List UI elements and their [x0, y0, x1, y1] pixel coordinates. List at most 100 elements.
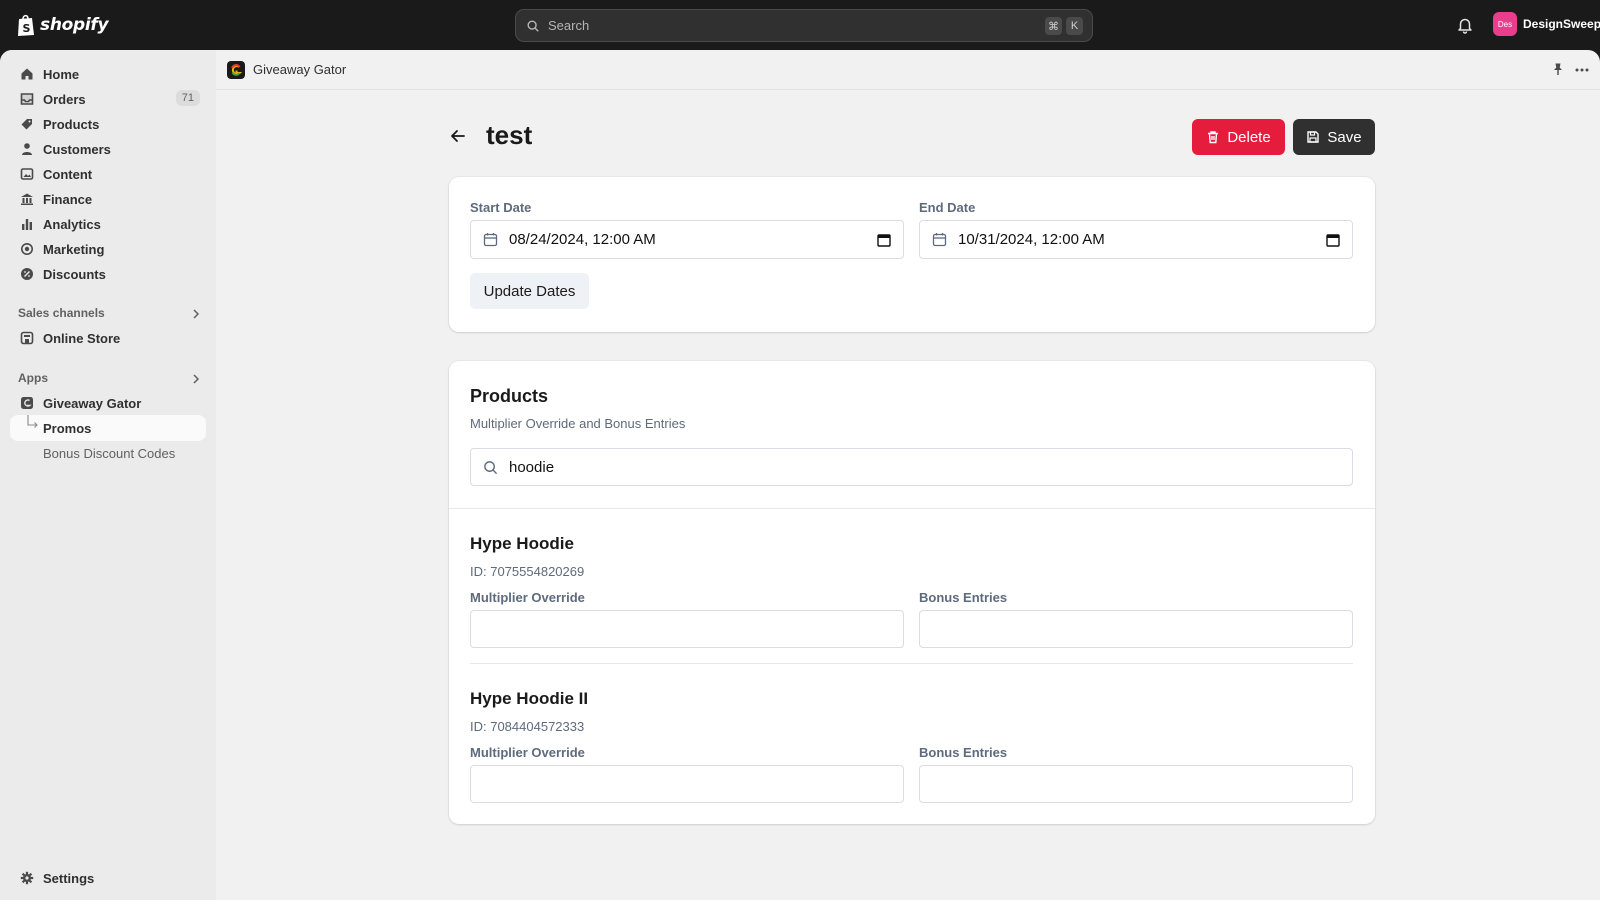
products-title: Products	[470, 386, 549, 406]
shortcut-key-k: K	[1066, 17, 1083, 35]
sidebar-item-settings[interactable]: Settings	[10, 865, 206, 891]
sidebar-item-giveaway-gator[interactable]: Giveaway Gator	[10, 390, 206, 416]
search-placeholder: Search	[548, 18, 590, 33]
update-dates-button[interactable]: Update Dates	[470, 273, 589, 309]
shopify-logo[interactable]: S shopify	[16, 13, 109, 37]
multiplier-override-label: Multiplier Override	[470, 745, 585, 760]
end-date-input[interactable]: 10/31/2024, 12:00 AM	[919, 220, 1353, 259]
sidebar-item-label: Promos	[43, 420, 92, 436]
sidebar-item-online-store[interactable]: Online Store	[10, 325, 206, 351]
app-name: Giveaway Gator	[253, 62, 347, 77]
chevron-right-icon[interactable]	[190, 373, 202, 385]
user-name: DesignSweep	[1523, 17, 1600, 31]
trash-icon	[1208, 131, 1219, 144]
products-subtitle: Multiplier Override and Bonus Entries	[470, 416, 686, 431]
products-card: Products Multiplier Override and Bonus E…	[449, 361, 1375, 824]
end-date-value: 10/31/2024, 12:00 AM	[958, 231, 1105, 248]
sidebar: Home Orders 71 Products Customers Conten…	[0, 50, 216, 900]
shortcut-key-cmd: ⌘	[1045, 17, 1062, 35]
top-bar: S shopify Search ⌘ K Des DesignSweep	[0, 0, 1600, 50]
product-id: ID: 7084404572333	[470, 719, 585, 734]
tag-icon	[21, 119, 32, 130]
sales-channels-heading: Sales channels	[18, 306, 105, 320]
bar-chart-icon	[22, 219, 32, 230]
delete-button[interactable]: Delete	[1192, 119, 1285, 155]
app-header: Giveaway Gator	[216, 50, 1600, 90]
content-icon	[20, 168, 34, 180]
divider	[449, 508, 1375, 509]
bonus-entries-label: Bonus Entries	[919, 745, 1008, 760]
sidebar-item-finance[interactable]: Finance	[10, 186, 206, 212]
search-shortcut: ⌘ K	[1045, 17, 1083, 35]
start-date-input[interactable]: 08/24/2024, 12:00 AM	[470, 220, 904, 259]
search-icon	[484, 460, 498, 474]
sidebar-item-label: Settings	[43, 870, 95, 886]
sidebar-item-home[interactable]: Home	[10, 61, 206, 87]
end-date-label: End Date	[919, 200, 976, 215]
search-icon	[527, 19, 539, 32]
sidebar-item-discounts[interactable]: Discounts	[10, 261, 206, 287]
multiplier-override-label: Multiplier Override	[470, 590, 585, 605]
chevron-right-icon[interactable]	[190, 308, 202, 320]
delete-label: Delete	[1227, 128, 1271, 146]
user-menu[interactable]: Des DesignSweep	[1493, 12, 1600, 36]
multiplier-override-input[interactable]	[470, 765, 904, 803]
save-button[interactable]: Save	[1293, 119, 1375, 155]
sidebar-item-content[interactable]: Content	[10, 161, 206, 187]
start-date-label: Start Date	[470, 200, 532, 215]
sidebar-item-promos[interactable]: Promos	[10, 415, 206, 441]
sidebar-item-marketing[interactable]: Marketing	[10, 236, 206, 262]
discount-icon	[21, 268, 33, 280]
product-name: Hype Hoodie II	[470, 689, 589, 708]
avatar: Des	[1493, 12, 1517, 36]
bonus-entries-input[interactable]	[919, 610, 1353, 648]
svg-text:S: S	[23, 22, 31, 35]
orders-count-badge: 71	[175, 90, 200, 106]
pin-icon[interactable]	[1551, 62, 1565, 76]
sidebar-item-analytics[interactable]: Analytics	[10, 211, 206, 237]
dates-card: Start Date 08/24/2024, 12:00 AM End Date…	[449, 177, 1375, 332]
sidebar-item-bonus-discount-codes[interactable]: Bonus Discount Codes	[10, 440, 206, 466]
sidebar-item-label: Bonus Discount Codes	[43, 445, 176, 461]
sidebar-item-label: Finance	[43, 191, 93, 207]
sidebar-item-label: Giveaway Gator	[43, 395, 142, 411]
sidebar-item-label: Discounts	[43, 266, 106, 282]
calendar-icon	[483, 233, 498, 247]
calendar-picker-icon[interactable]	[877, 233, 891, 247]
multiplier-override-input[interactable]	[470, 610, 904, 648]
giveaway-gator-logo-icon	[227, 60, 245, 79]
calendar-icon	[932, 233, 947, 247]
sidebar-item-label: Orders	[43, 91, 86, 107]
bonus-entries-label: Bonus Entries	[919, 590, 1008, 605]
apps-heading: Apps	[18, 371, 48, 385]
product-id: ID: 7075554820269	[470, 564, 585, 579]
sidebar-item-label: Marketing	[43, 241, 105, 257]
store-icon	[20, 331, 34, 345]
home-icon	[21, 68, 33, 80]
bell-icon[interactable]	[1456, 16, 1474, 34]
sidebar-item-label: Content	[43, 166, 93, 182]
sidebar-item-orders[interactable]: Orders 71	[10, 86, 206, 112]
floppy-disk-icon	[1307, 131, 1320, 143]
sidebar-item-label: Customers	[43, 141, 111, 157]
app-icon	[21, 397, 33, 409]
bonus-entries-input[interactable]	[919, 765, 1353, 803]
gear-icon	[20, 871, 34, 885]
more-horizontal-icon[interactable]	[1574, 62, 1590, 78]
start-date-value: 08/24/2024, 12:00 AM	[509, 231, 656, 248]
sidebar-item-products[interactable]: Products	[10, 111, 206, 137]
shopify-bag-icon: S	[18, 14, 34, 36]
sidebar-item-label: Products	[43, 116, 100, 132]
calendar-picker-icon[interactable]	[1326, 233, 1340, 247]
main-content: Giveaway Gator test Delete Save Start Da…	[216, 50, 1600, 900]
product-search-input[interactable]: hoodie	[470, 448, 1353, 486]
sidebar-item-label: Home	[43, 66, 80, 82]
global-search-input[interactable]: Search ⌘ K	[515, 9, 1093, 42]
bank-icon	[21, 193, 33, 205]
product-name: Hype Hoodie	[470, 534, 574, 553]
sidebar-item-label: Online Store	[43, 330, 121, 346]
back-arrow-icon[interactable]	[449, 127, 467, 145]
sidebar-item-customers[interactable]: Customers	[10, 136, 206, 162]
save-label: Save	[1327, 128, 1362, 146]
target-icon	[21, 243, 33, 255]
